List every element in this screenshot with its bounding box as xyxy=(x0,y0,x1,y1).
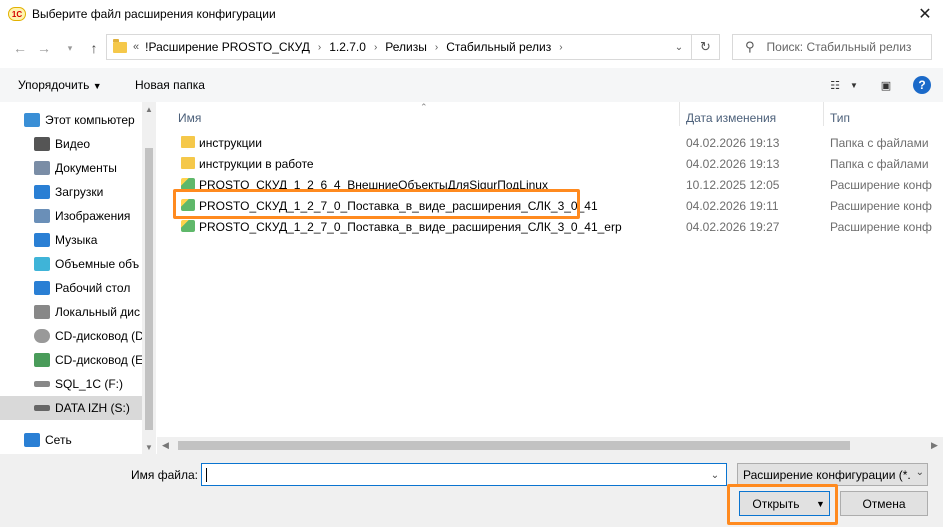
help-icon[interactable]: ? xyxy=(913,76,931,94)
file-highlight-frame xyxy=(173,189,580,219)
navigation-pane: Этот компьютер Видео Документы Загрузки … xyxy=(0,102,156,454)
chevron-right-icon[interactable]: › xyxy=(435,42,438,53)
nav-item-downloads[interactable]: Загрузки xyxy=(0,180,142,204)
local-disk-icon xyxy=(34,305,50,319)
video-icon xyxy=(34,137,50,151)
open-options-dropdown[interactable]: ▼ xyxy=(812,491,830,516)
cd-drive-icon xyxy=(34,353,50,367)
chevron-down-icon[interactable]: ⌄ xyxy=(706,466,724,484)
address-row: ← → ▾ ↑ « !Расширение PROSTO_СКУД › 1.2.… xyxy=(0,28,943,68)
cancel-button[interactable]: Отмена xyxy=(840,491,928,516)
drive-icon xyxy=(34,381,50,387)
desktop-icon xyxy=(34,281,50,295)
file-list: ⌃ Имя Дата изменения Тип инструкции 04.0… xyxy=(157,102,943,454)
back-arrow-icon[interactable]: ← xyxy=(10,38,30,58)
nav-item-this-pc[interactable]: Этот компьютер xyxy=(0,108,142,132)
scroll-down-icon[interactable]: ▼ xyxy=(142,440,156,454)
app-1c-icon: 1C xyxy=(8,7,26,21)
scroll-left-icon[interactable]: ◀ xyxy=(157,437,174,454)
nav-item-3d-objects[interactable]: Объемные объ xyxy=(0,252,142,276)
new-folder-button[interactable]: Новая папка xyxy=(135,78,205,92)
breadcrumb-overflow[interactable]: « xyxy=(133,41,139,53)
search-icon: ⚲ xyxy=(745,39,755,54)
file-row[interactable]: инструкции 04.02.2026 19:13 Папка с файл… xyxy=(175,132,943,152)
scroll-up-icon[interactable]: ▲ xyxy=(142,102,156,116)
organize-label: Упорядочить xyxy=(18,78,90,92)
nav-item-cd-drive-d[interactable]: CD-дисковод (D xyxy=(0,324,142,348)
refresh-icon[interactable]: ↻ xyxy=(691,35,719,59)
computer-icon xyxy=(24,113,40,127)
organize-button[interactable]: Упорядочить ▼ xyxy=(18,78,102,92)
folder-icon xyxy=(181,136,195,148)
configuration-extension-icon xyxy=(181,220,195,232)
folder-icon xyxy=(181,157,195,169)
music-icon xyxy=(34,233,50,247)
view-options-icon[interactable]: ☷ xyxy=(826,77,844,93)
forward-arrow-icon[interactable]: → xyxy=(34,38,54,58)
address-dropdown-icon[interactable]: ⌄ xyxy=(669,35,689,59)
breadcrumb-item[interactable]: Стабильный релиз xyxy=(446,40,551,54)
navigation-scrollbar[interactable]: ▲ ▼ xyxy=(142,102,156,454)
nav-item-video[interactable]: Видео xyxy=(0,132,142,156)
address-bar[interactable]: « !Расширение PROSTO_СКУД › 1.2.7.0 › Ре… xyxy=(106,34,720,60)
column-header-name[interactable]: Имя xyxy=(178,106,201,130)
3d-objects-icon xyxy=(34,257,50,271)
search-placeholder: Поиск: Стабильный релиз xyxy=(766,40,912,54)
nav-item-data-izh[interactable]: DATA IZH (S:) xyxy=(0,396,142,420)
chevron-right-icon[interactable]: › xyxy=(374,42,377,53)
scroll-right-icon[interactable]: ▶ xyxy=(926,437,943,454)
column-divider[interactable] xyxy=(823,102,824,126)
nav-item-cd-drive-e[interactable]: CD-дисковод (E xyxy=(0,348,142,372)
chevron-down-icon[interactable]: ▼ xyxy=(845,77,863,93)
open-button[interactable]: Открыть xyxy=(739,491,813,516)
filename-label: Имя файла: xyxy=(131,468,198,482)
up-arrow-icon[interactable]: ↑ xyxy=(84,38,104,58)
downloads-icon xyxy=(34,185,50,199)
recent-locations-chevron-icon[interactable]: ▾ xyxy=(60,38,80,58)
breadcrumb-item[interactable]: Релизы xyxy=(385,40,427,54)
title-bar: 1C Выберите файл расширения конфигурации… xyxy=(0,0,943,28)
close-button[interactable]: ✕ xyxy=(907,0,943,28)
breadcrumb-item[interactable]: !Расширение PROSTO_СКУД xyxy=(145,40,310,54)
chevron-down-icon: ▼ xyxy=(816,498,825,509)
filename-input[interactable]: ⌄ xyxy=(201,463,727,486)
documents-icon xyxy=(34,161,50,175)
nav-item-local-disk[interactable]: Локальный дис xyxy=(0,300,142,324)
chevron-right-icon[interactable]: › xyxy=(559,42,562,53)
text-caret xyxy=(206,468,207,482)
chevron-right-icon[interactable]: › xyxy=(318,42,321,53)
nav-item-music[interactable]: Музыка xyxy=(0,228,142,252)
scrollbar-thumb[interactable] xyxy=(145,148,153,430)
pictures-icon xyxy=(34,209,50,223)
toolbar: Упорядочить ▼ Новая папка ☷ ▼ ▣ xyxy=(0,68,943,102)
file-row[interactable]: PROSTO_СКУД_1_2_7_0_Поставка_в_виде_расш… xyxy=(175,216,943,236)
preview-pane-icon[interactable]: ▣ xyxy=(877,77,895,93)
column-header-date[interactable]: Дата изменения xyxy=(686,106,776,130)
search-box[interactable]: ⚲ Поиск: Стабильный релиз xyxy=(732,34,932,60)
file-type-select[interactable]: Расширение конфигурации (*. ⌄ xyxy=(737,463,928,486)
chevron-down-icon[interactable]: ⌄ xyxy=(913,467,924,478)
cd-drive-icon xyxy=(34,329,50,343)
column-header-type[interactable]: Тип xyxy=(830,106,850,130)
nav-item-network[interactable]: Сеть xyxy=(0,428,142,452)
nav-item-pictures[interactable]: Изображения xyxy=(0,204,142,228)
nav-item-desktop[interactable]: Рабочий стол xyxy=(0,276,142,300)
file-type-value: Расширение конфигурации (*. xyxy=(743,467,911,482)
network-icon xyxy=(24,433,40,447)
file-row[interactable]: инструкции в работе 04.02.2026 19:13 Пап… xyxy=(175,153,943,173)
column-divider[interactable] xyxy=(679,102,680,126)
sort-ascending-icon: ⌃ xyxy=(420,102,428,112)
nav-item-documents[interactable]: Документы xyxy=(0,156,142,180)
nav-item-sql-1c[interactable]: SQL_1C (F:) xyxy=(0,372,142,396)
drive-icon xyxy=(34,405,50,411)
scrollbar-thumb[interactable] xyxy=(178,441,850,450)
breadcrumb-item[interactable]: 1.2.7.0 xyxy=(329,40,366,54)
chevron-down-icon: ▼ xyxy=(92,81,102,91)
folder-icon xyxy=(113,38,127,53)
window-title: Выберите файл расширения конфигурации xyxy=(32,7,276,21)
horizontal-scrollbar[interactable]: ◀ ▶ xyxy=(157,437,943,454)
